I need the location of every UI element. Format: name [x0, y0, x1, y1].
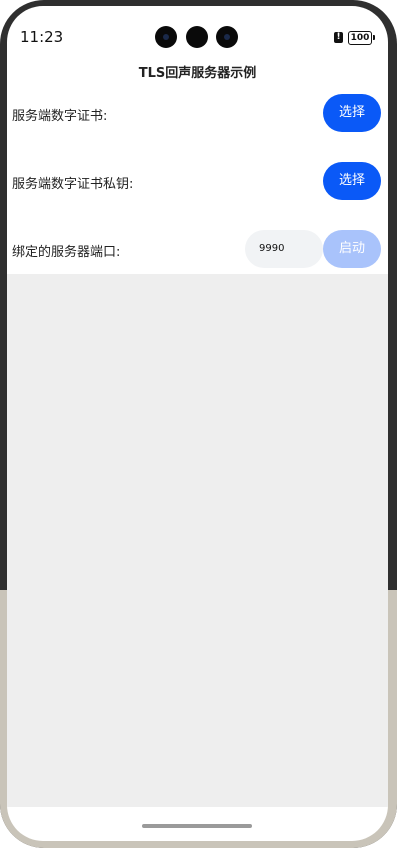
home-indicator[interactable] [142, 824, 252, 828]
battery-icon: 100 [348, 31, 372, 45]
select-key-button[interactable]: 选择 [323, 162, 381, 200]
camera-lens-icon [186, 26, 208, 48]
status-bar: 11:23 ! 100 [7, 6, 388, 50]
screen: 11:23 ! 100 TLS回声服务器示例 服务端数字证书: 选择 服务端数字… [7, 6, 388, 841]
page-title: TLS回声服务器示例 [138, 66, 257, 81]
phone-frame: 11:23 ! 100 TLS回声服务器示例 服务端数字证书: 选择 服务端数字… [0, 0, 397, 848]
status-time: 11:23 [20, 28, 64, 46]
battery-alert-icon: ! [334, 32, 343, 43]
battery-tip [373, 35, 375, 40]
camera-lens-icon [216, 26, 238, 48]
port-input[interactable]: 9990 [245, 230, 323, 268]
server-port-label: 绑定的服务器端口: [12, 245, 121, 260]
content-area [7, 274, 388, 807]
server-key-label: 服务端数字证书私钥: [12, 177, 134, 192]
camera-lens-icon [155, 26, 177, 48]
server-cert-label: 服务端数字证书: [12, 109, 108, 124]
select-cert-button[interactable]: 选择 [323, 94, 381, 132]
start-button[interactable]: 启动 [323, 230, 381, 268]
